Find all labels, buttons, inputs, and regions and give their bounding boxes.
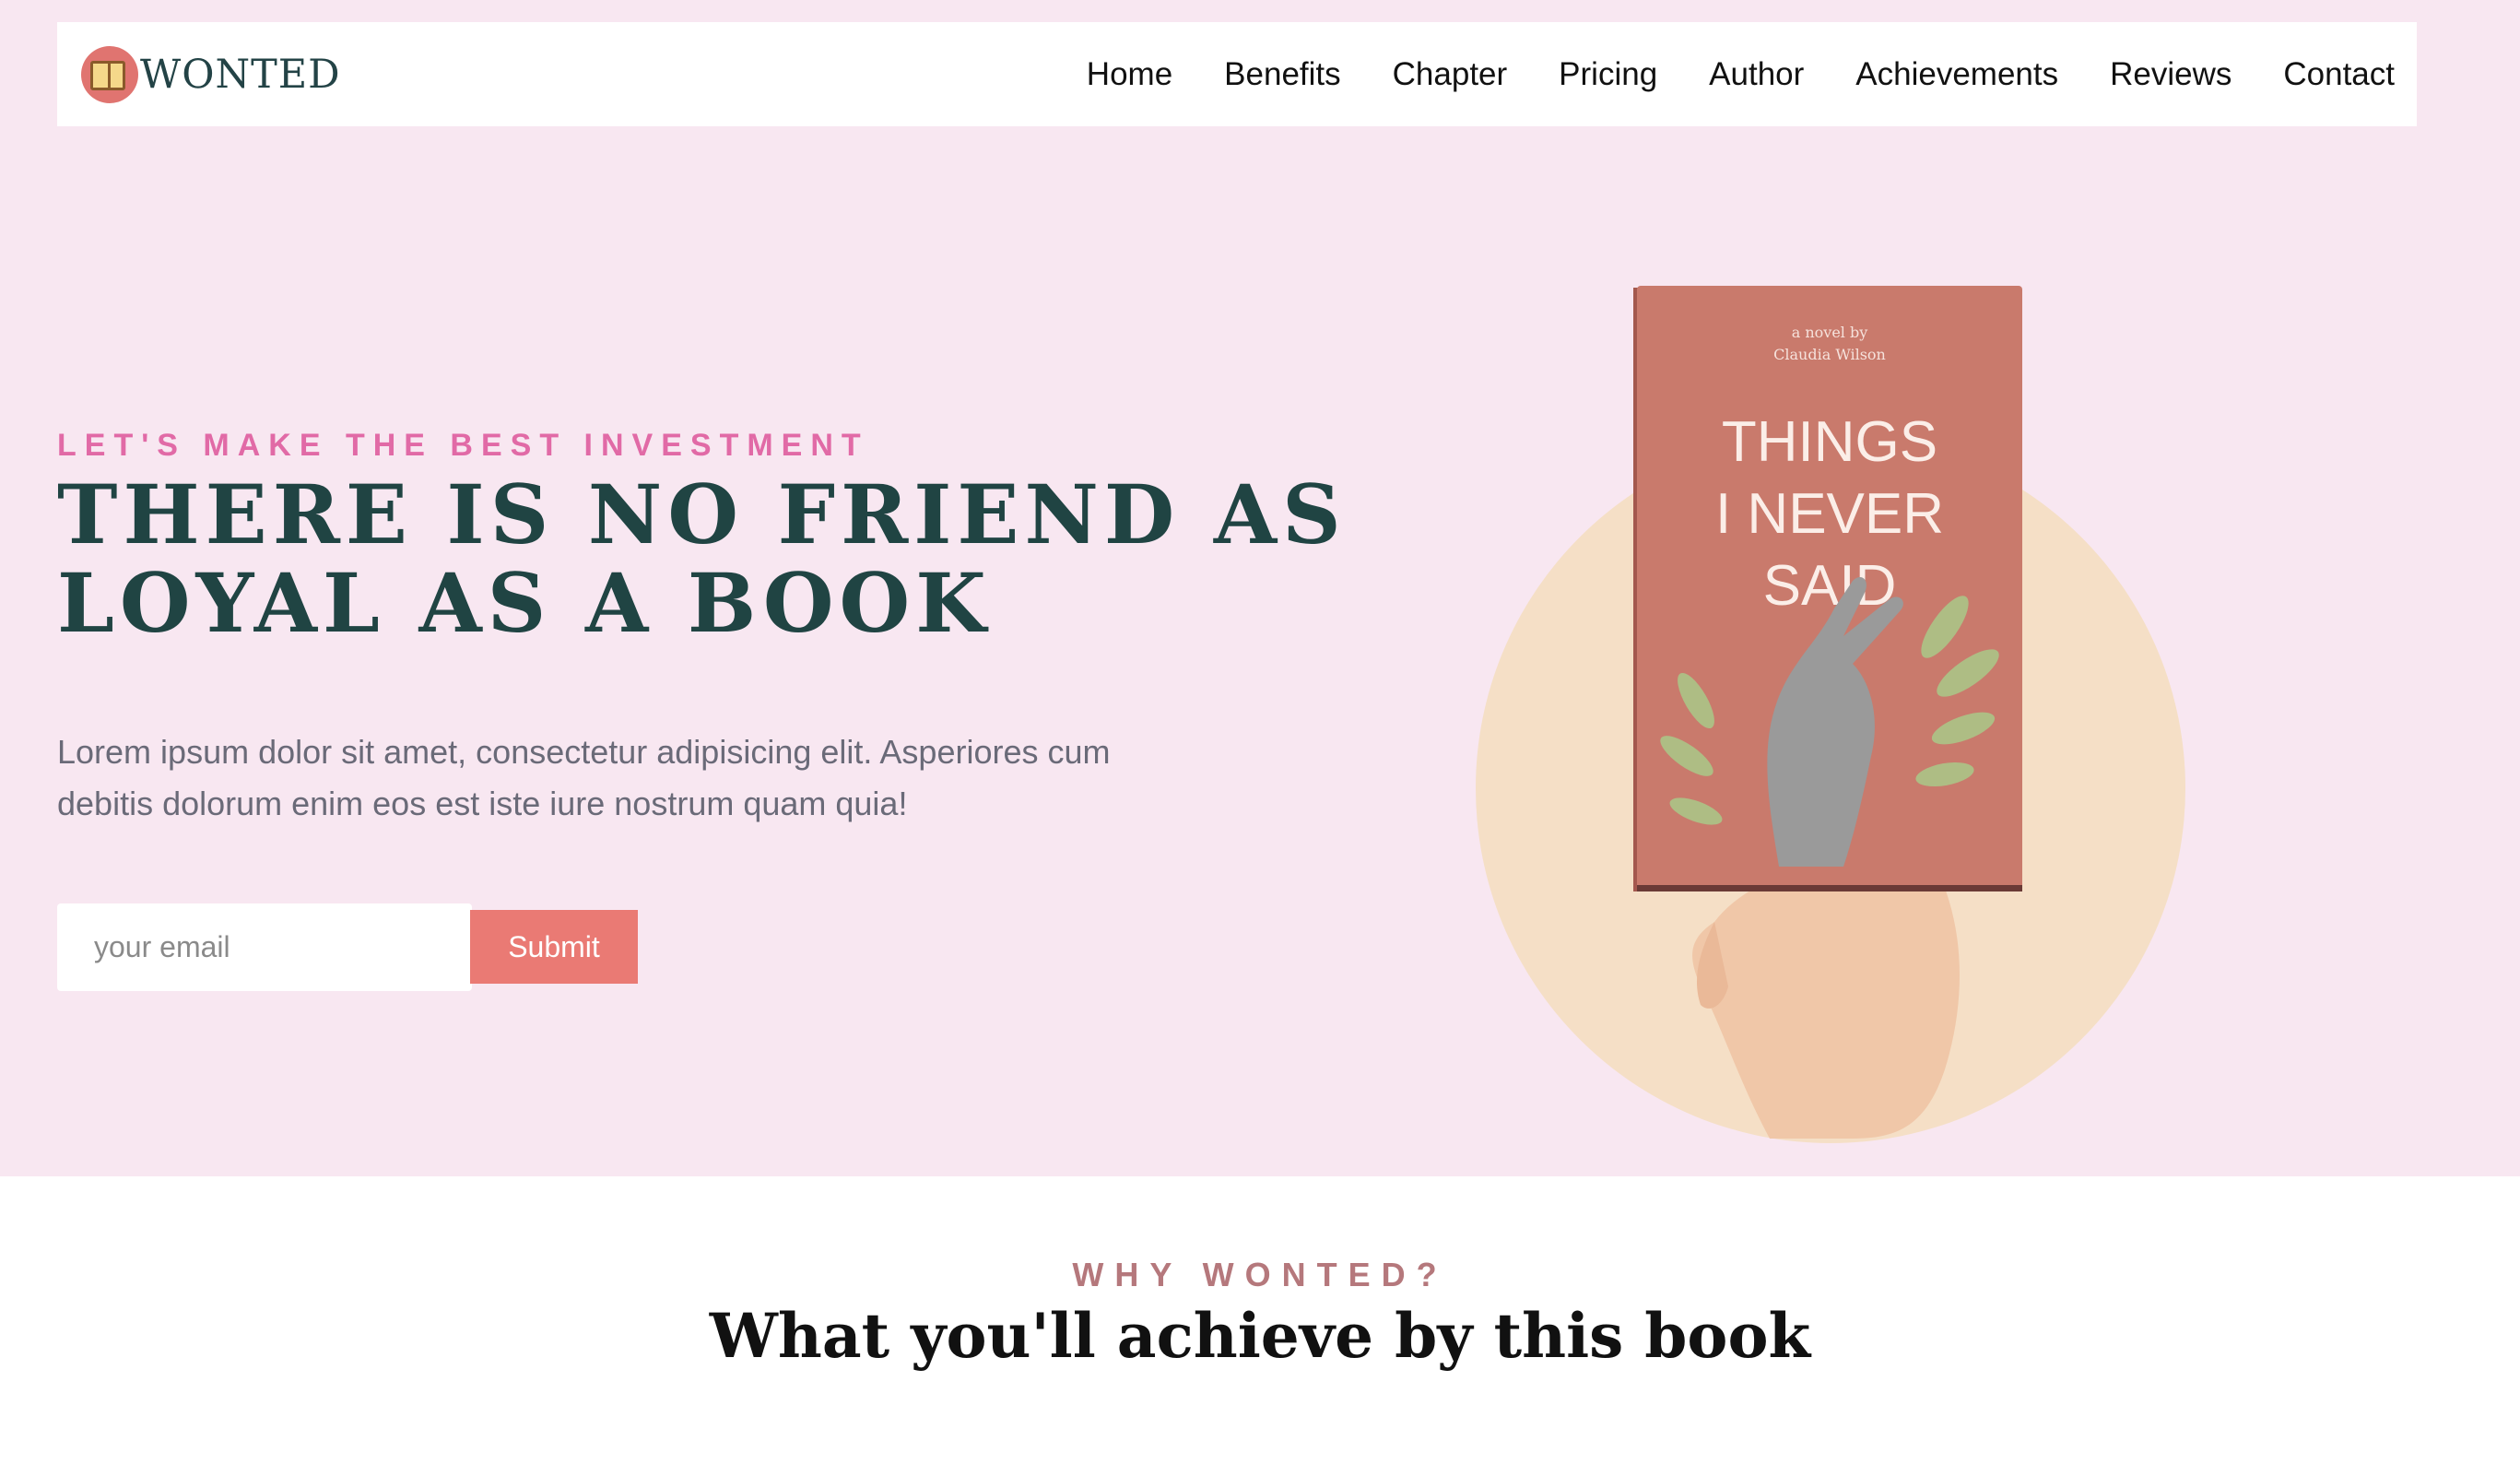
hero-title-line-1: THERE IS NO FRIEND AS [57, 466, 1347, 562]
nav-item-achievements[interactable]: Achievements [1855, 56, 2058, 93]
book-title-1: THINGS [1722, 410, 1937, 474]
hero-title: THERE IS NO FRIEND AS LOYAL AS A BOOK [57, 470, 1348, 647]
navbar: WONTED Home Benefits Chapter Pricing Aut… [57, 22, 2417, 126]
nav-item-reviews[interactable]: Reviews [2110, 56, 2231, 93]
nav-item-pricing[interactable]: Pricing [1559, 56, 1657, 93]
book-in-hand-image: a novel by Claudia Wilson THINGS I NEVER… [1476, 286, 2185, 1143]
email-input[interactable] [57, 903, 472, 991]
nav-menu: Home Benefits Chapter Pricing Author Ach… [1087, 22, 2395, 126]
nav-item-home[interactable]: Home [1087, 56, 1172, 93]
book-byline-2: Claudia Wilson [1773, 346, 1886, 363]
hero-section: WONTED Home Benefits Chapter Pricing Aut… [0, 0, 2520, 1176]
hero-description: Lorem ipsum dolor sit amet, consectetur … [57, 733, 1111, 822]
why-eyebrow: WHY WONTED? [1072, 1256, 1448, 1293]
hero-eyebrow: LET'S MAKE THE BEST INVESTMENT [57, 428, 869, 463]
brand-name: WONTED [140, 51, 341, 98]
hero-title-line-2: LOYAL AS A BOOK [57, 555, 992, 651]
book-byline-1: a novel by [1792, 324, 1868, 341]
submit-button[interactable]: Submit [470, 910, 638, 984]
book-edge [1637, 885, 2022, 891]
book-title-2: I NEVER [1715, 482, 1944, 546]
nav-item-author[interactable]: Author [1709, 56, 1804, 93]
nav-item-chapter[interactable]: Chapter [1393, 56, 1508, 93]
nav-item-benefits[interactable]: Benefits [1224, 56, 1340, 93]
why-title: What you'll achieve by this book [709, 1300, 1811, 1372]
book-logo-icon [81, 45, 138, 103]
brand-link[interactable]: WONTED [81, 22, 341, 126]
book-title-3: SAID [1763, 554, 1897, 618]
nav-item-contact[interactable]: Contact [2283, 56, 2395, 93]
